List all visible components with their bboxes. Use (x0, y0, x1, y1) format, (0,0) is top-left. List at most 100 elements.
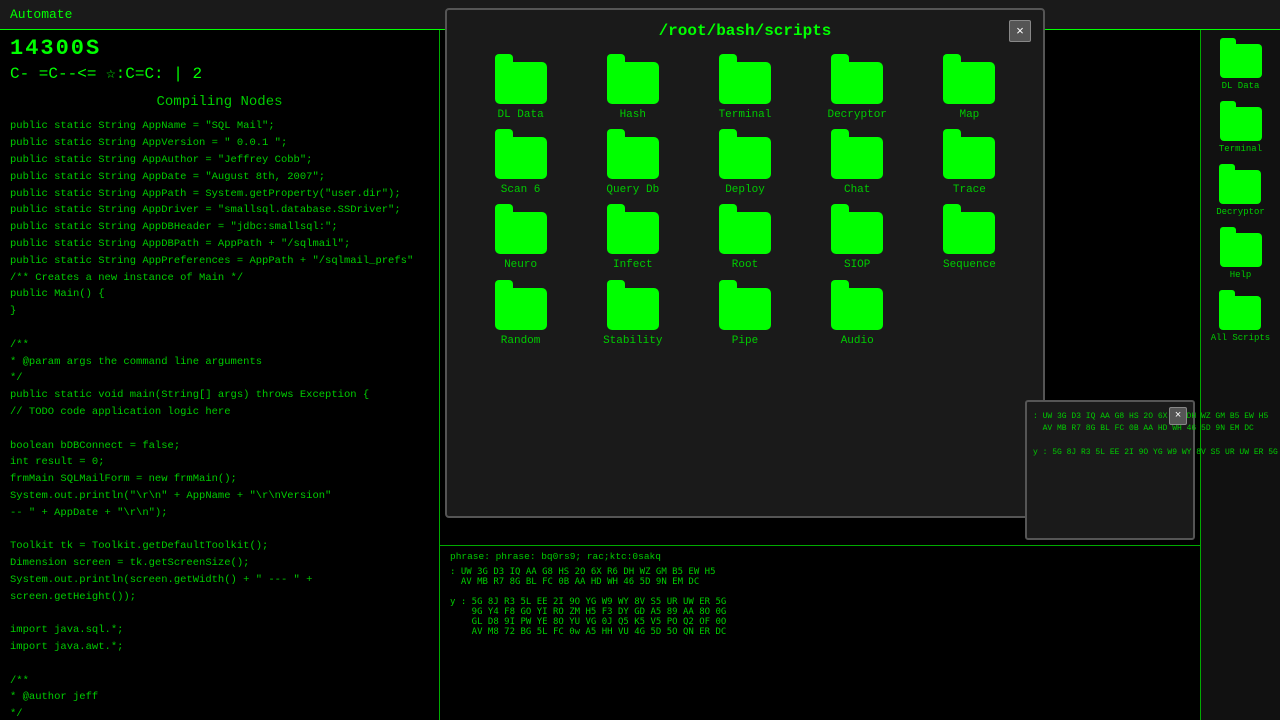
folder-label: Infect (613, 259, 653, 272)
code-line: public static String AppDBPath = AppPath… (10, 236, 429, 253)
folder-label: Audio (841, 335, 874, 348)
sidebar-folder-icon (1220, 107, 1262, 141)
code-line (10, 320, 429, 337)
code-line: public static String AppVersion = " 0.0.… (10, 135, 429, 152)
folder-label: Decryptor (827, 109, 886, 122)
code-line: import java.awt.*; (10, 639, 429, 656)
folder-item[interactable]: Chat (804, 132, 911, 202)
folder-label: Scan 6 (501, 184, 541, 197)
folder-item[interactable]: Deploy (691, 132, 798, 202)
terminal-phrase: phrase: phrase: bq0rs9; rac;ktc:0sakq (450, 551, 1190, 562)
code-line (10, 421, 429, 438)
folder-label: SIOP (844, 259, 870, 272)
dialog-close-button[interactable]: × (1009, 20, 1031, 42)
sidebar-folder-label: Decryptor (1216, 207, 1265, 217)
code-line: public static String AppDate = "August 8… (10, 169, 429, 186)
code-line: import java.sql.*; (10, 622, 429, 639)
folder-item[interactable]: Decryptor (804, 57, 911, 127)
code-line: * @author jeff (10, 689, 429, 706)
folder-item[interactable]: Sequence (916, 207, 1023, 277)
dialog-title: /root/bash/scripts (659, 22, 832, 40)
folder-label: Trace (953, 184, 986, 197)
ascii-art: 14300S C- =C--<= ☆:C=C: | 2 (0, 30, 439, 89)
code-line: // TODO code application logic here (10, 404, 429, 421)
folder-item[interactable]: Query Db (579, 132, 686, 202)
code-line: /** Creates a new instance of Main */ (10, 270, 429, 287)
folder-label: Sequence (943, 259, 996, 272)
folder-label: Chat (844, 184, 870, 197)
folder-icon (831, 288, 883, 330)
code-block: public static String AppName = "SQL Mail… (0, 118, 439, 720)
code-line: public static String AppDriver = "smalls… (10, 202, 429, 219)
folder-label: Hash (620, 109, 646, 122)
code-line: public static void main(String[] args) t… (10, 387, 429, 404)
sidebar-item[interactable]: Help (1216, 229, 1266, 284)
sidebar-folder-label: DL Data (1222, 81, 1260, 91)
folder-item[interactable]: Audio (804, 283, 911, 353)
folder-label: Map (959, 109, 979, 122)
folder-item[interactable]: Map (916, 57, 1023, 127)
code-line: public static String AppName = "SQL Mail… (10, 118, 429, 135)
file-dialog: /root/bash/scripts × DL Data Hash Terminal… (445, 8, 1045, 518)
folder-icon (719, 288, 771, 330)
code-line: public static String AppAuthor = "Jeffre… (10, 152, 429, 169)
folder-icon (831, 62, 883, 104)
folder-item[interactable]: DL Data (467, 57, 574, 127)
ascii-line2: C- =C--<= ☆:C=C: | 2 (10, 64, 429, 85)
app-title: Automate (10, 7, 72, 22)
small-popup-close-button[interactable]: × (1169, 407, 1187, 425)
code-line: System.out.println(screen.getWidth() + "… (10, 572, 429, 606)
code-line: } (10, 303, 429, 320)
folder-item[interactable]: Stability (579, 283, 686, 353)
folder-item[interactable]: Root (691, 207, 798, 277)
small-popup: × : UW 3G D3 IQ AA G8 HS 2O 6X R6 DH WZ … (1025, 400, 1195, 540)
folder-item[interactable]: Trace (916, 132, 1023, 202)
sidebar-item[interactable]: Decryptor (1212, 166, 1269, 221)
folder-icon (495, 62, 547, 104)
right-sidebar: DL Data Terminal Decryptor Help All Scripts (1200, 30, 1280, 720)
folder-item[interactable]: Terminal (691, 57, 798, 127)
folder-item[interactable]: Pipe (691, 283, 798, 353)
sidebar-item[interactable]: Terminal (1215, 103, 1266, 158)
folder-label: Neuro (504, 259, 537, 272)
code-line: public static String AppPath = System.ge… (10, 186, 429, 203)
folder-label: Random (501, 335, 541, 348)
folder-icon (719, 212, 771, 254)
sidebar-item[interactable]: DL Data (1216, 40, 1266, 95)
folder-grid: DL Data Hash Terminal Decryptor Map Scan 6 Que… (447, 52, 1043, 363)
sidebar-folder-label: Terminal (1219, 144, 1262, 154)
folder-label: Deploy (725, 184, 765, 197)
folder-icon (607, 137, 659, 179)
code-line: */ (10, 706, 429, 720)
code-line (10, 522, 429, 539)
folder-icon (943, 212, 995, 254)
folder-label: DL Data (497, 109, 543, 122)
folder-icon (607, 288, 659, 330)
sidebar-item[interactable]: All Scripts (1207, 292, 1274, 347)
folder-item[interactable]: Infect (579, 207, 686, 277)
code-line: * @param args the command line arguments (10, 354, 429, 371)
bottom-terminal: phrase: phrase: bq0rs9; rac;ktc:0sakq : U… (440, 545, 1200, 720)
code-line: public static String AppPreferences = Ap… (10, 253, 429, 270)
code-line: boolean bDBConnect = false; (10, 438, 429, 455)
left-panel: 14300S C- =C--<= ☆:C=C: | 2 Compiling No… (0, 30, 440, 720)
sidebar-folder-label: Help (1230, 270, 1252, 280)
folder-item[interactable]: Hash (579, 57, 686, 127)
hex-output: : UW 3G D3 IQ AA G8 HS 2O 6X R6 DH WZ GM… (450, 567, 1190, 637)
sidebar-folder-icon (1219, 296, 1261, 330)
code-line: public Main() { (10, 286, 429, 303)
code-line: int result = 0; (10, 454, 429, 471)
folder-item[interactable]: Neuro (467, 207, 574, 277)
sidebar-folder-icon (1220, 44, 1262, 78)
code-line: Dimension screen = tk.getScreenSize(); (10, 555, 429, 572)
folder-item[interactable]: Scan 6 (467, 132, 574, 202)
folder-item[interactable]: Random (467, 283, 574, 353)
folder-label: Query Db (606, 184, 659, 197)
folder-item[interactable]: SIOP (804, 207, 911, 277)
code-line: frmMain SQLMailForm = new frmMain(); (10, 471, 429, 488)
sidebar-folder-icon (1220, 233, 1262, 267)
folder-label: Pipe (732, 335, 758, 348)
ascii-line1: 14300S (10, 35, 429, 64)
sidebar-folder-label: All Scripts (1211, 333, 1270, 343)
code-line: /** (10, 337, 429, 354)
